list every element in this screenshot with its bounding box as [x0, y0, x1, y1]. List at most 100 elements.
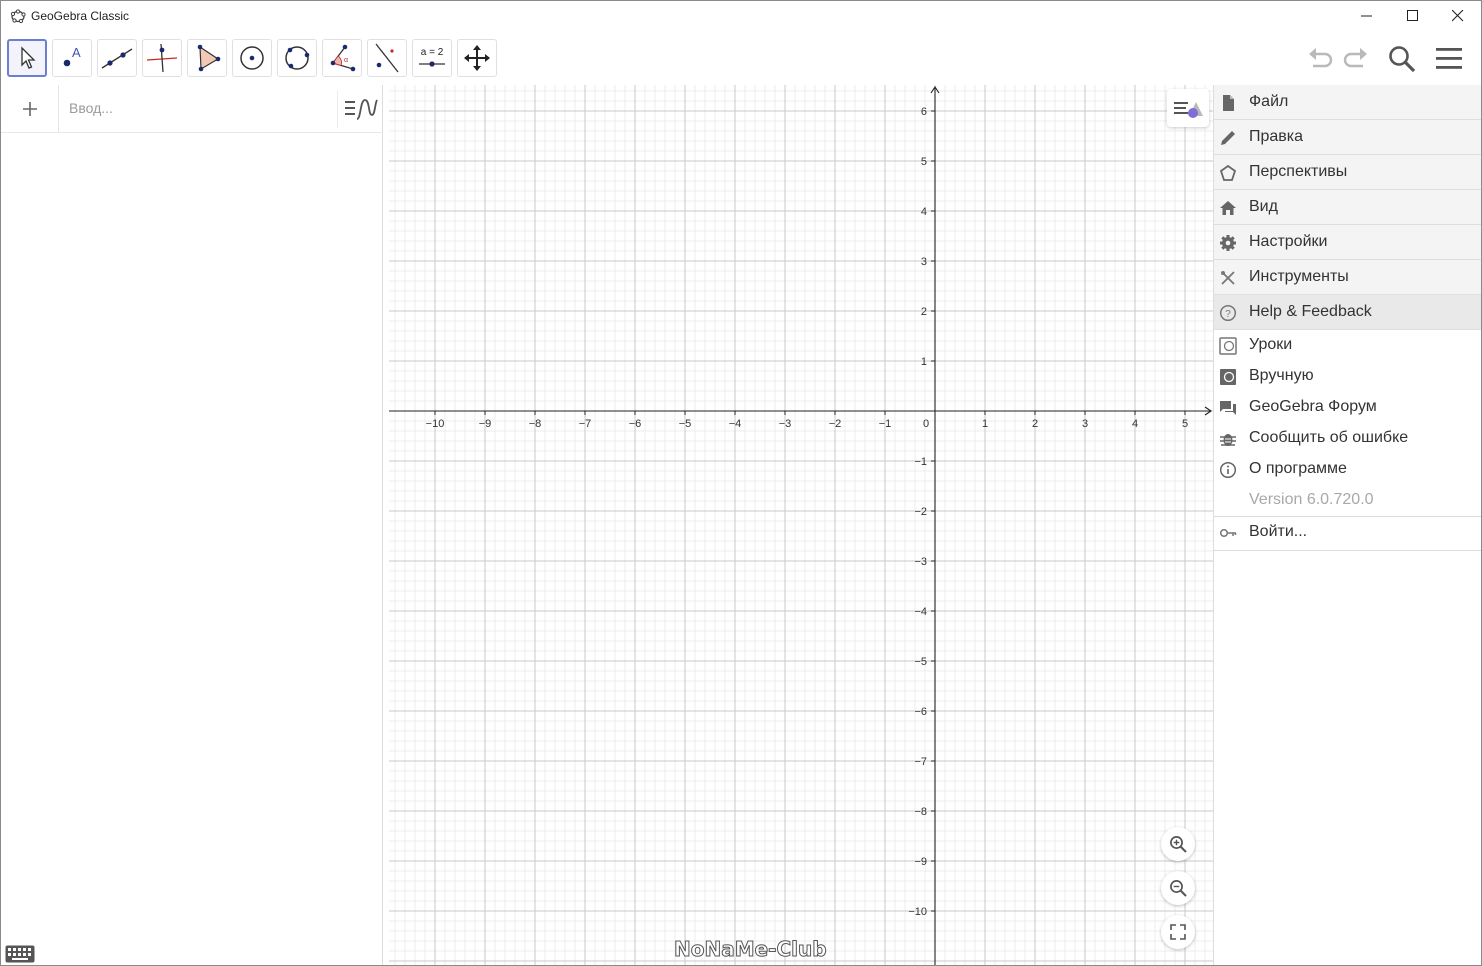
x-tick-label: 1 — [982, 418, 988, 430]
menu-item-forum[interactable]: GeoGebra Форум — [1214, 392, 1481, 423]
menu-item-label: Правка — [1249, 128, 1304, 145]
menu-item-sign-in[interactable]: Войти... — [1214, 517, 1481, 548]
angle-tool[interactable]: α — [322, 39, 362, 77]
version-info: Version 6.0.720.0 — [1214, 485, 1481, 516]
y-tick-label: −3 — [914, 556, 927, 568]
fullscreen-button[interactable] — [1161, 915, 1195, 949]
circle-tool[interactable] — [232, 39, 272, 77]
y-tick-label: −4 — [914, 606, 927, 618]
menu-item-label: Инструменты — [1249, 268, 1349, 285]
zoom-in-icon — [1170, 836, 1187, 853]
reflect-about-line-icon — [375, 43, 399, 73]
polygon-tool[interactable] — [187, 39, 227, 77]
x-tick-label: −8 — [529, 418, 542, 430]
x-tick-label: −9 — [479, 418, 492, 430]
polygon-icon — [197, 44, 221, 72]
slider-tool[interactable]: a = 2 — [412, 39, 452, 77]
pencil-icon — [1221, 131, 1235, 145]
menu-item-tutorials[interactable]: Уроки — [1214, 330, 1481, 361]
minimize-button[interactable] — [1344, 1, 1390, 31]
x-tick-label: −6 — [629, 418, 642, 430]
x-tick-label: 2 — [1032, 418, 1038, 430]
circle-three-points-tool[interactable] — [277, 39, 317, 77]
circle-center-point-icon — [240, 46, 264, 70]
redo-icon — [1343, 48, 1367, 68]
coordinate-grid: −10 −9 −8 −7 −6 −5 −4 −3 −2 −1 0 1 2 3 4 5654321−1−2−3−… — [389, 85, 1213, 965]
menu-item-file[interactable]: Файл — [1214, 85, 1481, 120]
x-tick-label: 0 — [923, 418, 929, 430]
menu-item-tools[interactable]: Инструменты — [1214, 260, 1481, 295]
menu-item-label: Вид — [1249, 198, 1278, 215]
menu-item-settings[interactable]: Настройки — [1214, 225, 1481, 260]
move-graphics-tool[interactable] — [457, 39, 497, 77]
close-button[interactable] — [1435, 1, 1481, 31]
algebra-input[interactable]: Ввод... — [69, 100, 113, 116]
y-tick-label: 2 — [921, 306, 927, 318]
pentagon-icon — [1219, 164, 1237, 181]
bug-icon — [1220, 434, 1236, 446]
sign-in-icon — [1219, 528, 1237, 538]
algebra-style-button[interactable] — [337, 90, 381, 128]
slider-tool-label: a = 2 — [421, 47, 444, 58]
y-tick-label: −10 — [908, 906, 927, 918]
maximize-icon — [1407, 10, 1418, 21]
point-tool[interactable]: A — [52, 39, 92, 77]
x-tick-label: −10 — [426, 418, 445, 430]
graphics-style-button[interactable] — [1167, 89, 1209, 127]
svg-text:?: ? — [1225, 309, 1231, 320]
window-title: GeoGebra Classic — [31, 9, 130, 23]
menu-item-label: Файл — [1249, 93, 1289, 110]
redo-button[interactable] — [1339, 42, 1373, 76]
geogebra-window: GeoGebra Classic A α a = 2 Ввод... −10 −… — [0, 0, 1482, 966]
undo-button[interactable] — [1303, 42, 1337, 76]
zoom-out-icon — [1170, 880, 1187, 897]
x-tick-label: −7 — [579, 418, 592, 430]
menu-item-report-bug[interactable]: Сообщить об ошибке — [1214, 423, 1481, 454]
y-tick-label: 1 — [921, 356, 927, 368]
search-icon — [1389, 46, 1416, 73]
hamburger-menu-icon — [1436, 48, 1462, 69]
y-tick-label: 5 — [921, 156, 927, 168]
y-tick-label: 4 — [921, 206, 927, 218]
menu-item-edit[interactable]: Правка — [1214, 120, 1481, 155]
main-menu: Файл Правка Перспективы Вид Настройки Ин… — [1213, 85, 1481, 965]
maximize-button[interactable] — [1390, 1, 1436, 31]
perpendicular-line-tool[interactable] — [142, 39, 182, 77]
y-tick-label: −6 — [914, 706, 927, 718]
version-label: Version 6.0.720.0 — [1249, 491, 1374, 508]
main-menu-button[interactable] — [1432, 42, 1466, 76]
x-tick-label: 3 — [1082, 418, 1088, 430]
menu-item-about[interactable]: О программе — [1214, 454, 1481, 485]
keyboard-button[interactable] — [5, 945, 35, 963]
menu-item-label: Сообщить об ошибке — [1249, 429, 1409, 446]
menu-item-view[interactable]: Вид — [1214, 190, 1481, 225]
menu-item-manual[interactable]: Вручную — [1214, 361, 1481, 392]
y-tick-label: −5 — [914, 656, 927, 668]
y-tick-label: 6 — [921, 106, 927, 118]
point-tool-label: A — [72, 45, 81, 60]
x-tick-label: −1 — [879, 418, 892, 430]
menu-item-label: Перспективы — [1249, 163, 1348, 180]
y-tick-label: −8 — [914, 806, 927, 818]
tools-icon — [1221, 271, 1235, 285]
x-tick-label: 5 — [1182, 418, 1188, 430]
zoom-in-button[interactable] — [1161, 827, 1195, 861]
menu-item-label: GeoGebra Форум — [1249, 398, 1377, 415]
y-tick-label: −1 — [914, 456, 927, 468]
menu-item-perspectives[interactable]: Перспективы — [1214, 155, 1481, 190]
point-icon: A — [63, 45, 81, 67]
toolbar: A α a = 2 — [1, 31, 1481, 85]
search-button[interactable] — [1385, 42, 1419, 76]
menu-item-label: Вручную — [1249, 367, 1314, 384]
y-tick-label: 3 — [921, 256, 927, 268]
line-tool[interactable] — [97, 39, 137, 77]
reflect-tool[interactable] — [367, 39, 407, 77]
algebra-view: Ввод... — [1, 85, 383, 965]
add-item-button[interactable] — [1, 85, 59, 133]
move-tool[interactable] — [7, 39, 47, 77]
algebra-input-row: Ввод... — [1, 85, 383, 133]
menu-item-help-feedback[interactable]: ? Help & Feedback — [1214, 295, 1481, 330]
graphics-view[interactable]: −10 −9 −8 −7 −6 −5 −4 −3 −2 −1 0 1 2 3 4 5 6 5 4 3 2 1 −1 −2 −3−… — [389, 85, 1213, 965]
zoom-out-button[interactable] — [1161, 871, 1195, 905]
perpendicular-line-icon — [146, 43, 178, 73]
